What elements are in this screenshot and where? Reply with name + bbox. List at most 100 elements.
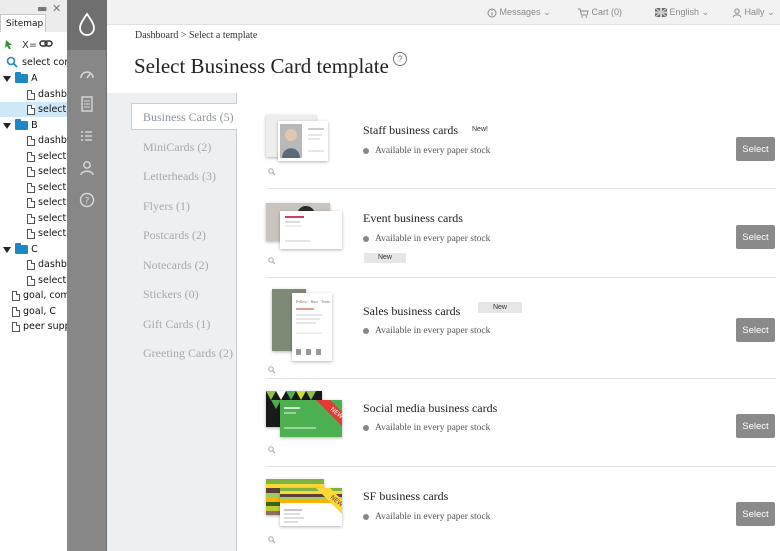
template-name[interactable]: Sales business cards <box>363 304 460 319</box>
select-button[interactable]: Select <box>736 502 775 526</box>
zoom-icon[interactable] <box>268 536 276 544</box>
sitemap-item[interactable]: select cor <box>0 55 67 70</box>
logo[interactable] <box>67 0 107 50</box>
sitemap-item[interactable]: select <box>0 226 67 241</box>
card-front: Pellow · Rust · Team <box>292 293 332 361</box>
sitemap-item[interactable]: select <box>0 164 67 179</box>
template-name[interactable]: Event business cards <box>363 211 463 226</box>
add-page-icon[interactable] <box>5 40 12 49</box>
add-folder-icon[interactable]: X= <box>22 40 37 51</box>
sitemap-item[interactable]: select <box>0 211 67 226</box>
zoom-icon[interactable] <box>268 168 276 176</box>
category-greeting-cards[interactable]: Greeting Cards (2) <box>143 346 233 361</box>
template-thumbnail[interactable]: NEW <box>266 479 344 529</box>
template-name[interactable]: Social media business cards <box>363 401 497 416</box>
sitemap-item[interactable]: select <box>0 180 67 195</box>
flag-icon <box>654 7 668 18</box>
availability-text: Available in every paper stock <box>375 326 491 336</box>
sitemap-item[interactable]: dashbo <box>0 133 67 148</box>
category-letterheads[interactable]: Letterheads (3) <box>143 169 216 184</box>
sitemap-item-selected[interactable]: select <box>0 102 67 117</box>
category-stickers[interactable]: Stickers (0) <box>143 287 199 302</box>
status-dot-icon <box>363 513 369 520</box>
sales-card-header: Pellow · Rust · Team <box>296 299 331 304</box>
divider <box>267 188 776 189</box>
user-icon[interactable] <box>78 159 96 177</box>
sitemap-item-label: select <box>38 275 67 286</box>
documents-icon[interactable] <box>78 95 96 113</box>
cart-link[interactable]: Cart (0) <box>577 0 622 24</box>
zoom-icon[interactable] <box>268 446 276 454</box>
category-postcards[interactable]: Postcards (2) <box>143 228 206 243</box>
sitemap-folder-a[interactable]: A <box>0 71 67 86</box>
select-button[interactable]: Select <box>736 414 775 438</box>
select-button[interactable]: Select <box>736 225 775 249</box>
page-icon <box>27 89 35 100</box>
page-icon <box>27 213 35 224</box>
new-badge: New! <box>472 126 488 133</box>
user-name: Hally <box>744 7 765 17</box>
divider <box>267 466 776 467</box>
category-flyers[interactable]: Flyers (1) <box>143 199 190 214</box>
template-name[interactable]: Staff business cards <box>363 123 458 138</box>
template-thumbnail[interactable] <box>266 115 330 163</box>
info-icon <box>487 8 497 18</box>
select-button[interactable]: Select <box>736 137 775 161</box>
minimize-icon[interactable]: ▬ <box>37 2 47 15</box>
language-menu[interactable]: English ⌄ <box>654 0 709 24</box>
sitemap-item-label: select <box>38 182 67 193</box>
sitemap-item[interactable]: dashbo <box>0 257 67 272</box>
category-business-cards[interactable]: Business Cards (5) <box>143 110 234 125</box>
sitemap-item-label: dashbo <box>38 89 67 100</box>
messages-menu[interactable]: Messages ⌄ <box>487 0 551 24</box>
template-thumbnail[interactable]: Pellow · Rust · Team <box>272 289 334 364</box>
page-icon <box>27 135 35 146</box>
dashboard-icon[interactable] <box>78 66 96 84</box>
zoom-icon[interactable] <box>268 366 276 374</box>
sitemap-folder-b[interactable]: B <box>0 118 67 133</box>
sitemap-item[interactable]: select <box>0 149 67 164</box>
sitemap-item[interactable]: peer supp <box>0 319 67 334</box>
messages-label: Messages <box>499 7 541 17</box>
sitemap-item[interactable]: goal, C <box>0 304 67 319</box>
page-icon <box>27 259 35 270</box>
status-dot-icon <box>363 235 369 242</box>
link-icon[interactable] <box>39 40 53 47</box>
user-icon <box>732 8 742 18</box>
close-icon[interactable]: ✕ <box>52 2 61 15</box>
help-icon[interactable]: ? <box>78 191 96 209</box>
expand-arrow-icon[interactable] <box>3 246 11 253</box>
card-front: NEW <box>280 400 342 437</box>
sitemap-item[interactable]: select <box>0 195 67 210</box>
availability-text: Available in every paper stock <box>375 423 491 433</box>
breadcrumb[interactable]: Dashboard > Select a template <box>135 30 257 41</box>
page-icon <box>27 182 35 193</box>
expand-arrow-icon[interactable] <box>3 75 11 82</box>
new-badge: New <box>364 253 406 263</box>
list-icon[interactable] <box>78 127 96 145</box>
zoom-icon[interactable] <box>268 257 276 265</box>
template-thumbnail[interactable] <box>266 203 344 253</box>
page-icon <box>27 104 35 115</box>
select-button[interactable]: Select <box>736 318 775 342</box>
category-gift-cards[interactable]: Gift Cards (1) <box>143 317 210 332</box>
sitemap-item-label: select <box>38 104 67 115</box>
category-notecards[interactable]: Notecards (2) <box>143 258 209 273</box>
sitemap-item[interactable]: dashbo <box>0 87 67 102</box>
template-availability: Available in every paper stock <box>363 146 490 156</box>
sitemap-folder-c[interactable]: C <box>0 242 67 257</box>
status-dot-icon <box>363 147 369 154</box>
template-thumbnail[interactable]: NEW <box>266 391 344 441</box>
sf-card-front-art: NEW <box>280 488 342 523</box>
template-availability: Available in every paper stock <box>363 234 490 244</box>
help-icon[interactable]: ? <box>393 52 407 66</box>
category-minicards[interactable]: MiniCards (2) <box>143 140 211 155</box>
expand-arrow-icon[interactable] <box>3 122 11 129</box>
sitemap-item[interactable]: goal, com <box>0 288 67 303</box>
user-menu[interactable]: Hally ⌄ <box>732 0 775 24</box>
template-availability: Available in every paper stock <box>363 326 490 336</box>
template-availability: Available in every paper stock <box>363 423 490 433</box>
sitemap-tab[interactable]: Sitemap <box>0 14 46 32</box>
sitemap-item[interactable]: select <box>0 273 67 288</box>
template-name[interactable]: SF business cards <box>363 489 448 504</box>
